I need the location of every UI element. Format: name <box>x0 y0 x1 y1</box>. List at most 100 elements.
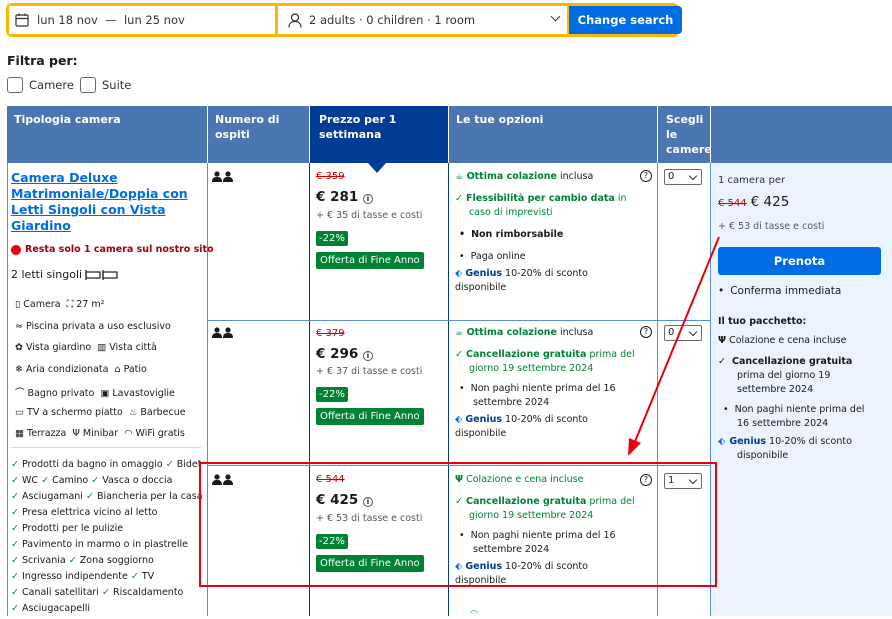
option-text: inclusa <box>556 171 594 182</box>
minibar-icon: Ψ <box>72 428 80 439</box>
divider <box>11 447 201 448</box>
info-icon[interactable]: i <box>362 351 373 361</box>
city-icon: ▥ <box>97 342 107 353</box>
amenity-item: Camino <box>52 475 89 486</box>
option-pay-later: Non paghi niente prima del 16 settembre … <box>470 383 616 408</box>
tv-icon: ▭ <box>15 406 24 418</box>
terrace-icon: ▦ <box>15 428 24 439</box>
beds-text: 2 letti singoli <box>11 268 83 281</box>
facility-item: Camera <box>23 299 61 310</box>
summary-original-price: € 544 <box>718 198 747 209</box>
option-free-cancel: Cancellazione gratuita <box>466 349 587 360</box>
package-item-text: prima del giorno 19 settembre 2024 <box>737 370 831 395</box>
help-icon[interactable]: ? <box>640 168 652 182</box>
info-icon[interactable]: i <box>362 194 373 204</box>
two-guests-icon <box>212 171 233 182</box>
facility-item: Patio <box>123 363 147 375</box>
header-options: Le tue opzioni <box>449 106 657 163</box>
search-bar: lun 18 nov — lun 25 nov 2 adults · 0 chi… <box>6 3 682 37</box>
single-bed-icon <box>85 269 118 280</box>
alert-dot-icon <box>11 244 21 255</box>
facility-item: Barbecue <box>140 406 186 418</box>
header-guests: Numero di ospiti <box>208 106 309 163</box>
amenity-item: TV <box>141 571 155 582</box>
summary-count: 1 camera per <box>718 175 786 186</box>
header-price: Prezzo per 1 settimana <box>310 106 448 163</box>
amenity-item: Asciugamani <box>22 491 83 502</box>
amenity-item: Zona soggiorno <box>79 555 154 566</box>
coffee-icon: ☕ <box>455 171 464 182</box>
filter-camere-checkbox[interactable] <box>7 77 23 93</box>
option-text: inclusa <box>556 327 594 338</box>
active-column-indicator <box>368 163 386 173</box>
package-item: Cancellazione gratuita <box>731 356 853 367</box>
genius-label: Genius <box>729 436 766 447</box>
date-picker[interactable]: lun 18 nov — lun 25 nov <box>9 6 275 34</box>
room-name-line: Giardino <box>11 218 71 233</box>
area-icon: ⛶ <box>66 299 74 310</box>
header-summary <box>711 106 892 163</box>
genius-label: Genius <box>465 414 503 425</box>
price: € 281 i <box>316 189 373 205</box>
confirm-text: Conferma immediata <box>730 285 842 297</box>
confirm-line: • Conferma immediata <box>718 285 842 297</box>
taxes-text: + € 35 di tasse e costi <box>316 210 423 221</box>
original-price: € 359 <box>316 171 345 182</box>
annotation-arrow-icon <box>628 236 720 456</box>
amenity-item: Ingresso indipendente <box>22 571 128 582</box>
amenity-item: Canali satellitari <box>22 587 99 598</box>
header-choose-rooms: Scegli le camere <box>658 106 712 163</box>
facility-item: Lavastoviglie <box>112 388 175 399</box>
facility-item: Bagno privato <box>27 388 95 399</box>
garden-icon: ✿ <box>15 342 23 353</box>
header-room-type: Tipologia camera <box>7 106 207 163</box>
facility-item: TV a schermo piatto <box>27 406 123 418</box>
chevron-down-icon <box>550 11 561 22</box>
room-name-line: Letti Singoli con Vista <box>11 202 166 217</box>
book-button[interactable]: Prenota <box>718 247 881 275</box>
original-price: € 379 <box>316 328 345 339</box>
pool-icon: ≈ <box>15 320 23 332</box>
amenity-list: ✓ Prodotti da bagno in omaggio ✓ Bidet ✓… <box>11 459 203 614</box>
amenity-item: Asciugacapelli <box>22 603 91 614</box>
package-item: Colazione e cena incluse <box>729 335 847 346</box>
amenity-item: Prodotti da bagno in omaggio <box>22 459 163 470</box>
amenity-item: Pavimento in marmo o in piastrelle <box>22 539 188 550</box>
summary-price-value: € 425 <box>750 194 790 210</box>
summary-taxes: + € 53 di tasse e costi <box>718 221 825 232</box>
coffee-icon: ☕ <box>455 327 464 338</box>
tag-icon: ⬖ <box>455 414 463 425</box>
package-list: Ψ Colazione e cena incluse ✓ Cancellazion… <box>718 335 865 461</box>
genius-label: Genius <box>465 268 503 279</box>
package-title: Il tuo pacchetto: <box>718 316 807 327</box>
guests-selector[interactable]: 2 adults · 0 children · 1 room <box>278 6 567 34</box>
tag-icon: ⬖ <box>455 268 463 279</box>
room-name-line: Matrimoniale/Doppia con <box>11 186 188 201</box>
highlight-box <box>199 462 717 587</box>
facility-item: Terrazza <box>27 428 67 439</box>
scarcity-alert: Resta solo 1 camera sul nostro sito <box>11 244 214 255</box>
facility-item: 27 m² <box>76 299 105 310</box>
filter-title: Filtra per: <box>7 53 78 68</box>
facility-list: ▯ Camera ⛶ 27 m² ≈ Piscina privata a uso… <box>15 299 186 450</box>
room-quantity-select[interactable]: 0 <box>664 169 702 185</box>
ac-icon: ❄ <box>15 363 23 375</box>
two-guests-icon <box>212 327 233 338</box>
grid-line <box>7 163 8 616</box>
beds-info: 2 letti singoli <box>11 268 119 281</box>
amenity-item: Vasca o doccia <box>102 475 173 486</box>
change-search-button[interactable]: Change search <box>569 6 682 34</box>
facility-item: Piscina privata a uso esclusivo <box>26 320 171 332</box>
amenity-item: WC <box>22 475 39 486</box>
filter-suite-checkbox[interactable] <box>80 77 96 93</box>
dates-text: lun 18 nov — lun 25 nov <box>37 13 185 27</box>
patio-icon: ⌂ <box>114 363 121 375</box>
option-non-refundable: Non rimborsabile <box>471 229 564 240</box>
option-pay-online: Paga online <box>470 251 526 262</box>
partial-icon: ◠ <box>470 609 478 619</box>
room-name-link[interactable]: Camera Deluxe Matrimoniale/Doppia con Le… <box>11 170 201 234</box>
facility-item: Vista giardino <box>26 342 92 353</box>
room-name-line: Camera Deluxe <box>11 170 118 185</box>
filter-camere-label: Camere <box>29 78 74 92</box>
options-row-1: ☕ Ottima colazione inclusa ✓ Flessibilit… <box>455 171 627 293</box>
